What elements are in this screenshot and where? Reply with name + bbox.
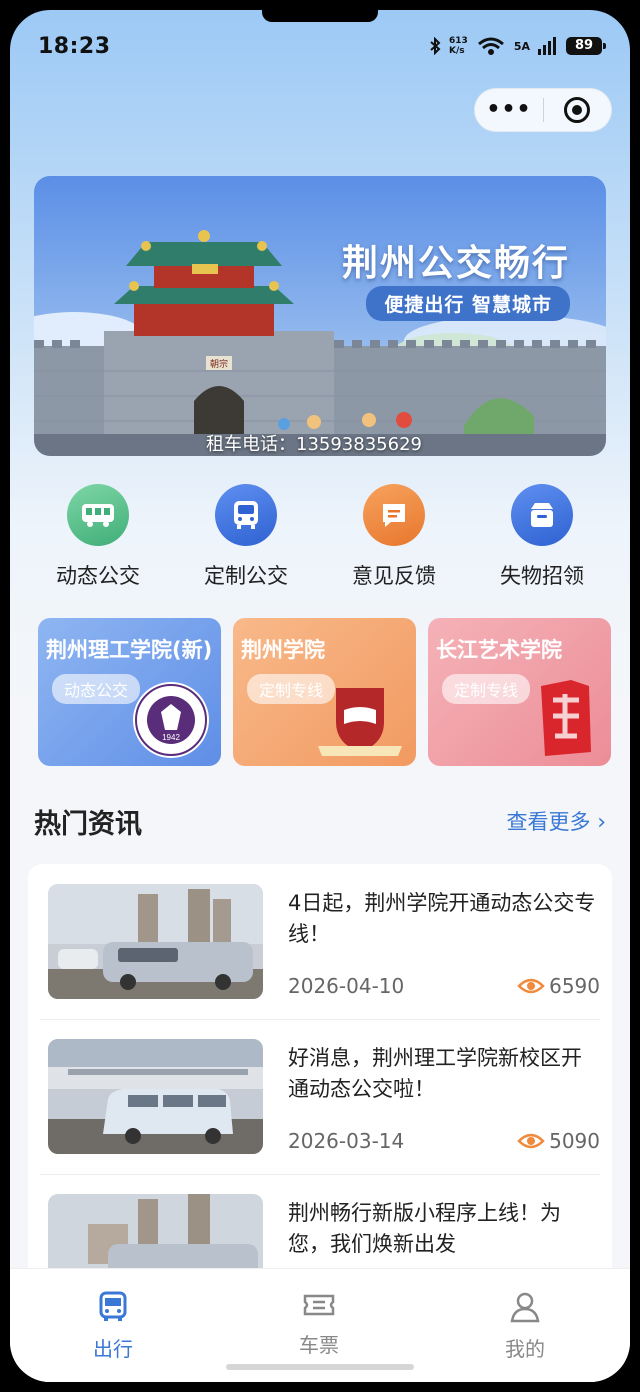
- tab-mine[interactable]: 我的: [422, 1269, 628, 1382]
- quick-menu: 动态公交 定制公交 意见反馈 失物招领: [24, 484, 616, 590]
- route-tag: 动态公交: [52, 674, 141, 704]
- tab-label: 我的: [505, 1337, 545, 1361]
- view-more-label: 查看更多: [506, 810, 591, 834]
- quick-label: 失物招领: [500, 564, 584, 588]
- quick-label: 动态公交: [56, 564, 140, 588]
- quick-dynamic-bus[interactable]: 动态公交: [24, 484, 172, 590]
- route-name: 荆州理工学院(新): [46, 638, 213, 662]
- banner-subtitle: 便捷出行 智慧城市: [366, 286, 570, 321]
- quick-lost-found[interactable]: 失物招领: [468, 484, 616, 590]
- news-date: 2026-04-10: [288, 974, 405, 998]
- close-target-icon[interactable]: [544, 97, 611, 123]
- views-count: 5090: [549, 1129, 600, 1153]
- logo-year: 1942: [162, 733, 180, 742]
- more-dots-icon[interactable]: •••: [475, 99, 543, 121]
- tab-label: 车票: [299, 1333, 339, 1357]
- route-tag: 定制专线: [442, 674, 531, 704]
- minibus-icon: [215, 484, 277, 546]
- news-views: 6590: [517, 974, 600, 998]
- quick-custom-bus[interactable]: 定制公交: [172, 484, 320, 590]
- user-icon: [510, 1292, 540, 1323]
- route-card-jzxy[interactable]: 荆州学院 定制专线 2004: [233, 618, 416, 766]
- eye-icon: [517, 978, 545, 994]
- news-headline: 好消息，荆州理工学院新校区开通动态公交啦！: [288, 1046, 582, 1101]
- ticket-icon: [303, 1294, 335, 1316]
- news-item[interactable]: 好消息，荆州理工学院新校区开通动态公交啦！ 2026-03-14 5090: [28, 1019, 612, 1174]
- tab-label: 出行: [93, 1337, 133, 1361]
- status-bar: 18:23 613 K/s 5A 89: [10, 10, 630, 80]
- news-section-title: 热门资讯: [34, 809, 142, 840]
- news-headline: 4日起，荆州学院开通动态公交专线！: [288, 891, 596, 946]
- route-name: 荆州学院: [241, 638, 325, 662]
- mini-program-capsule: •••: [474, 88, 612, 132]
- news-list: 4日起，荆州学院开通动态公交专线！ 2026-04-10 6590 好消息，荆州…: [28, 864, 612, 1309]
- college-shield-icon: 2004: [318, 688, 402, 756]
- quick-label: 定制公交: [204, 564, 288, 588]
- route-card-jzit[interactable]: 荆州理工学院(新) 动态公交 1942: [38, 618, 221, 766]
- phone-screen: 18:23 613 K/s 5A 89 ••• 朝宗 荆州公交畅行 便捷出行 智…: [10, 10, 630, 1382]
- news-date: 2026-03-14: [288, 1129, 405, 1153]
- wifi-icon: [477, 37, 504, 55]
- status-time: 18:23: [38, 34, 111, 59]
- news-views: 5090: [517, 1129, 600, 1153]
- art-college-seal-icon: [541, 680, 591, 756]
- route-name: 长江艺术学院: [436, 638, 562, 662]
- bus-tab-icon: [99, 1291, 127, 1321]
- status-icons: 613 K/s 5A 89: [429, 36, 606, 56]
- battery-indicator: 89: [566, 37, 606, 55]
- chevron-right-icon: ›: [597, 810, 606, 835]
- news-item[interactable]: 4日起，荆州学院开通动态公交专线！ 2026-04-10 6590: [28, 864, 612, 1019]
- view-more-link[interactable]: 查看更多 ›: [507, 806, 607, 836]
- signal-icon: [538, 37, 556, 55]
- eye-icon: [517, 1133, 545, 1149]
- message-icon: [363, 484, 425, 546]
- logo-year: 2004: [348, 732, 373, 744]
- quick-feedback[interactable]: 意见反馈: [320, 484, 468, 590]
- box-icon: [511, 484, 573, 546]
- news-thumbnail: [48, 1039, 263, 1154]
- network-speed: 613 K/s: [449, 36, 468, 56]
- banner-phone-text: 租车电话：13593835629: [206, 434, 422, 455]
- route-cards: 荆州理工学院(新) 动态公交 1942 荆州学院 定制专线 2004 长江艺术学…: [38, 618, 611, 766]
- gate-plaque-text: 朝宗: [210, 358, 228, 369]
- home-indicator: [226, 1364, 414, 1370]
- signal-label: 5A: [513, 39, 530, 53]
- news-header: 热门资讯 查看更多 ›: [34, 800, 606, 840]
- quick-label: 意见反馈: [352, 564, 436, 588]
- tab-travel[interactable]: 出行: [10, 1269, 216, 1382]
- college-logo-icon: 1942: [133, 682, 209, 758]
- news-headline: 荆州畅行新版小程序上线！为您，我们焕新出发: [288, 1201, 561, 1256]
- bus-icon: [67, 484, 129, 546]
- bluetooth-icon: [430, 37, 441, 55]
- route-card-cjys[interactable]: 长江艺术学院 定制专线: [428, 618, 611, 766]
- hero-banner[interactable]: 朝宗 荆州公交畅行 便捷出行 智慧城市 租车电话：13593835629: [34, 176, 606, 456]
- news-thumbnail: [48, 884, 263, 999]
- banner-title: 荆州公交畅行: [341, 243, 570, 284]
- views-count: 6590: [549, 974, 600, 998]
